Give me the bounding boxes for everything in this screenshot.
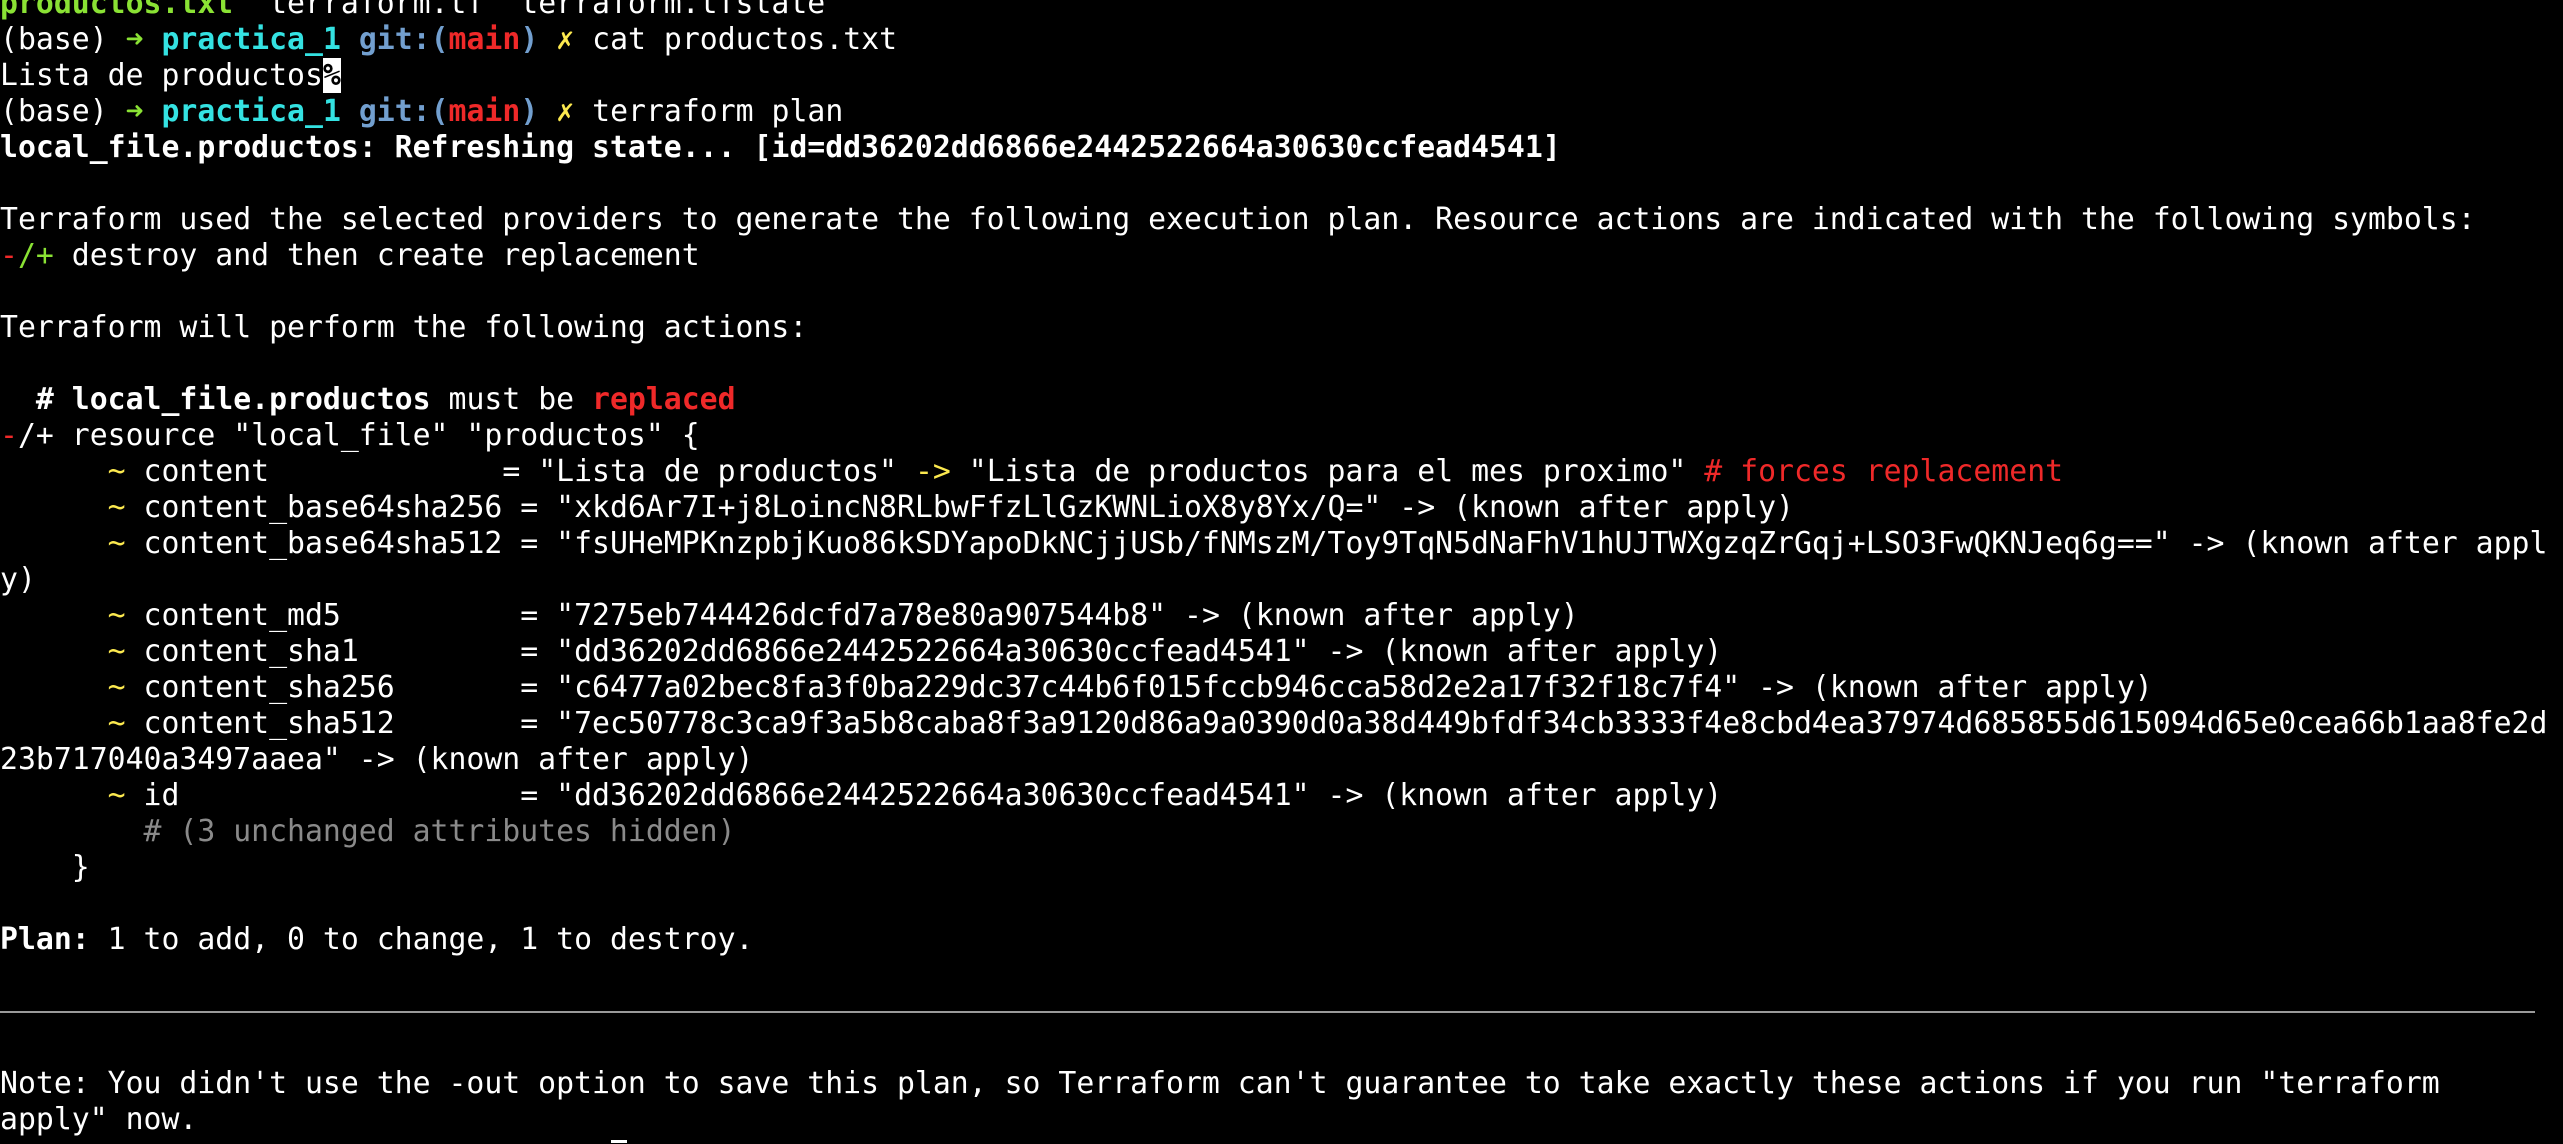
plan-intro-line: Terraform used the selected providers to…: [0, 202, 2476, 237]
change-tilde-icon: ~: [107, 778, 126, 813]
prompt-line-terraform: (base) ➜ practica_1 git:(main) ✗ terrafo…: [0, 94, 844, 129]
change-tilde-icon: ~: [107, 598, 126, 633]
prompt-arrow-icon: ➜: [125, 94, 144, 129]
symbol-legend-line: -/+ destroy and then create replacement: [0, 238, 700, 273]
change-tilde-icon: ~: [107, 670, 126, 705]
cat-output-line: Lista de productos%: [0, 58, 2563, 94]
attr-content: ~ content = "Lista de productos" -> "Lis…: [107, 454, 2064, 489]
conda-env: (base): [0, 22, 126, 57]
terminal-output[interactable]: productos.txt terraform.tf terraform.tfs…: [0, 0, 2563, 1138]
note-line-1: Note: You didn't use the -out option to …: [0, 1066, 2440, 1101]
minus-symbol: -: [0, 418, 18, 453]
attr-content-md5: ~ content_md5 = "7275eb744426dcfd7a78e80…: [107, 598, 1579, 633]
resource-address: local_file.productos: [71, 382, 431, 417]
text-cursor: [611, 1140, 627, 1143]
attr-content-base64sha256: ~ content_base64sha256 = "xkd6Ar7I+j8Loi…: [107, 490, 1794, 525]
attr-content-base64sha512-wrap: y): [0, 562, 36, 597]
file-terraform-tf: terraform.tf: [269, 0, 485, 21]
command-text: terraform plan: [592, 94, 844, 129]
resource-comment-line: # local_file.productos must be replaced: [0, 382, 736, 417]
attr-content-sha512: ~ content_sha512 = "7ec50778c3ca9f3a5b8c…: [107, 706, 2548, 741]
file-productos-txt: productos.txt: [0, 0, 234, 21]
git-branch: main: [448, 94, 521, 129]
attr-id: ~ id = "dd36202dd6866e2442522664a30630cc…: [107, 778, 1723, 813]
prompt-arrow-icon: ➜: [125, 22, 144, 57]
no-newline-marker: %: [322, 58, 341, 93]
attr-content-sha512-wrap: 23b717040a3497aaea" -> (known after appl…: [0, 742, 754, 777]
minus-symbol: -: [0, 238, 18, 273]
plan-summary-line: Plan: 1 to add, 0 to change, 1 to destro…: [0, 922, 2563, 958]
arrow-icon: ->: [914, 454, 951, 489]
attr-content-base64sha512: ~ content_base64sha512 = "fsUHeMPKnzpbjK…: [107, 526, 2548, 561]
resource-close-brace: }: [0, 850, 90, 885]
resource-action: replaced: [592, 382, 736, 417]
git-dirty-icon: ✗: [556, 22, 575, 57]
prompt-directory: practica_1: [161, 22, 341, 57]
change-tilde-icon: ~: [107, 526, 126, 561]
plus-symbol: /+: [17, 238, 54, 273]
resource-declaration-line: -/+ resource "local_file" "productos" {: [0, 418, 700, 453]
refresh-state-line: local_file.productos: Refreshing state..…: [0, 130, 1561, 165]
prompt-directory: practica_1: [161, 94, 341, 129]
ls-output-line: productos.txt terraform.tf terraform.tfs…: [0, 0, 2563, 22]
note-line-2: apply" now.: [0, 1102, 198, 1137]
plan-label: Plan:: [0, 922, 90, 957]
change-tilde-icon: ~: [107, 706, 126, 741]
prompt-line-cat: (base) ➜ practica_1 git:(main) ✗ cat pro…: [0, 22, 898, 57]
file-terraform-tfstate: terraform.tfstate: [520, 0, 826, 21]
horizontal-divider: [0, 994, 2563, 1030]
forces-replacement-note: # forces replacement: [1704, 454, 2064, 489]
change-tilde-icon: ~: [107, 454, 126, 489]
terminal-window[interactable]: { "colors": { "background": "#000000", "…: [0, 0, 2563, 1144]
hidden-attributes-note: # (3 unchanged attributes hidden): [0, 814, 736, 849]
git-dirty-icon: ✗: [556, 94, 575, 129]
plan-summary-text: 1 to add, 0 to change, 1 to destroy.: [89, 922, 754, 957]
git-branch: main: [448, 22, 521, 57]
attr-content-sha256: ~ content_sha256 = "c6477a02bec8fa3f0ba2…: [107, 670, 2153, 705]
change-tilde-icon: ~: [107, 634, 126, 669]
attr-content-sha1: ~ content_sha1 = "dd36202dd6866e24425226…: [107, 634, 1723, 669]
cat-output-text: Lista de productos: [0, 58, 323, 93]
command-text: cat productos.txt: [592, 22, 898, 57]
actions-heading-line: Terraform will perform the following act…: [0, 310, 808, 345]
conda-env: (base): [0, 94, 126, 129]
change-tilde-icon: ~: [107, 490, 126, 525]
